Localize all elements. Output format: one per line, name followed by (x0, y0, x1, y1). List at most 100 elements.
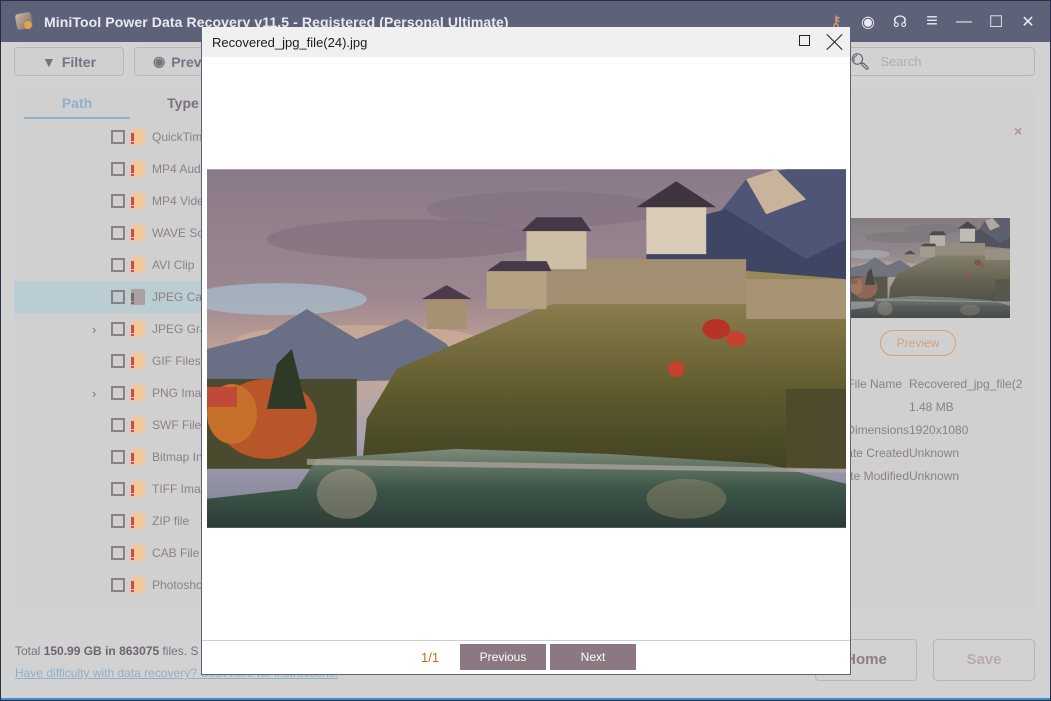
lost-file-icon (131, 449, 145, 465)
search-box[interactable]: 🔍︎ (841, 47, 1035, 76)
chevron-right-icon[interactable]: › (92, 386, 102, 401)
tree-item-label: JPEG Gra (152, 322, 207, 336)
info-row: Size:1.48 MB (909, 400, 954, 414)
search-input[interactable] (880, 54, 1021, 69)
eye-icon: ◉ (153, 53, 166, 69)
disc-icon[interactable]: ◉ (852, 6, 884, 38)
checkbox[interactable] (111, 482, 125, 496)
info-row: Dimensions:1920x1080 (844, 423, 969, 437)
tree-item[interactable]: MP4 Vide (14, 185, 214, 217)
tree-item[interactable]: › JPEG Gra (14, 313, 214, 345)
lost-file-icon (131, 481, 145, 497)
thumbnail-photo (850, 218, 1010, 318)
page-indicator: 1/1 (421, 650, 440, 665)
castle-photo (207, 169, 846, 528)
lost-file-icon (131, 417, 145, 433)
lost-file-icon (131, 545, 145, 561)
tree-item-label: WAVE So (152, 226, 205, 240)
title-bar-controls: ⚷ ◉ ☊ ≡ — ☐ ✕ (820, 1, 1044, 42)
tree-item[interactable]: ZIP file (14, 505, 214, 537)
tree-item[interactable]: Bitmap In (14, 441, 214, 473)
lost-file-icon (131, 225, 145, 241)
headset-icon[interactable]: ☊ (884, 6, 916, 38)
lost-file-icon (131, 129, 145, 145)
tree-item[interactable]: JPEG Ca (14, 281, 214, 313)
previous-button[interactable]: Previous (460, 644, 546, 670)
tree-item-label: PNG Ima (152, 386, 202, 400)
tab-path[interactable]: Path (24, 89, 130, 119)
filter-label: Filter (61, 53, 97, 70)
preview-title: Recovered_jpg_file(24).jpg (212, 34, 368, 50)
tree-item-label: Photosho (152, 578, 203, 592)
lost-file-icon (131, 161, 145, 177)
preview-footer: 1/1 Previous Next (202, 640, 850, 675)
close-details-icon[interactable]: × (1014, 123, 1022, 139)
tree-item-label: QuickTim (152, 130, 203, 144)
lost-file-icon (131, 577, 145, 593)
menu-icon[interactable]: ≡ (916, 6, 948, 38)
save-button[interactable]: Save (933, 639, 1035, 681)
next-button[interactable]: Next (550, 644, 636, 670)
tree-item[interactable]: MP4 Audi (14, 153, 214, 185)
lost-file-icon (131, 321, 145, 337)
preview-button[interactable]: Preview (880, 330, 956, 356)
total-files: 863075 (119, 644, 160, 658)
checkbox[interactable] (111, 130, 125, 144)
tree-item[interactable]: › PNG Ima (14, 377, 214, 409)
checkbox[interactable] (111, 194, 125, 208)
preview-image (207, 169, 846, 528)
checkbox[interactable] (111, 514, 125, 528)
checkbox[interactable] (111, 290, 125, 304)
close-icon[interactable] (825, 32, 845, 52)
tree-item[interactable]: SWF File (14, 409, 214, 441)
filter-button[interactable]: ▼ Filter (14, 47, 124, 76)
checkbox[interactable] (111, 450, 125, 464)
minimize-icon[interactable]: — (948, 6, 980, 38)
info-row: Date Modified:Unknown (844, 469, 960, 483)
checkbox[interactable] (111, 354, 125, 368)
app-logo-icon (14, 11, 36, 33)
preview-title-bar: Recovered_jpg_file(24).jpg (202, 27, 850, 57)
image-preview-window: Recovered_jpg_file(24).jpg 1/1 Previous … (201, 27, 851, 675)
total-summary: Total 150.99 GB in 863075 files. S (15, 644, 199, 658)
lost-file-icon (131, 193, 145, 209)
lost-file-icon (131, 289, 145, 305)
preview-toolbar-label: Prev (171, 53, 202, 70)
tree-item-label: TIFF Ima (152, 482, 201, 496)
tree-item-label: Bitmap In (152, 450, 203, 464)
info-row: Date Created:Unknown (844, 446, 960, 460)
tree-item-label: AVI Clip (152, 258, 195, 272)
lost-file-icon (131, 257, 145, 273)
tree-item-label: ZIP file (152, 514, 190, 528)
close-icon[interactable]: ✕ (1012, 6, 1044, 38)
tree-item-label: MP4 Vide (152, 194, 204, 208)
search-icon: 🔍︎ (850, 53, 871, 71)
thumbnail-image (850, 218, 1010, 318)
checkbox[interactable] (111, 162, 125, 176)
chevron-right-icon[interactable]: › (92, 322, 102, 337)
checkbox[interactable] (111, 322, 125, 336)
file-type-tree: QuickTim MP4 Audi MP4 Vide WAVE So AVI Clip J… (14, 121, 214, 601)
maximize-icon[interactable]: ☐ (980, 6, 1012, 38)
tree-item-label: SWF File (152, 418, 202, 432)
checkbox[interactable] (111, 386, 125, 400)
app-window: MiniTool Power Data Recovery v11.5 - Reg… (0, 0, 1051, 701)
tree-item[interactable]: TIFF Ima (14, 473, 214, 505)
checkbox[interactable] (111, 258, 125, 272)
checkbox[interactable] (111, 578, 125, 592)
checkbox[interactable] (111, 418, 125, 432)
tree-item[interactable]: GIF Files (14, 345, 214, 377)
tree-item-label: JPEG Ca (152, 290, 203, 304)
tree-item[interactable]: AVI Clip (14, 249, 214, 281)
file-info: File Name:Recovered_jpg_file(2 Size:1.48… (844, 377, 1024, 492)
maximize-icon[interactable] (799, 35, 810, 46)
tree-item[interactable]: CAB File (14, 537, 214, 569)
tree-item[interactable]: WAVE So (14, 217, 214, 249)
checkbox[interactable] (111, 226, 125, 240)
tree-item-label: MP4 Audi (152, 162, 204, 176)
info-row: File Name:Recovered_jpg_file(2 (844, 377, 1023, 391)
lost-file-icon (131, 353, 145, 369)
tree-item[interactable]: QuickTim (14, 121, 214, 153)
tree-item[interactable]: Photosho (14, 569, 214, 601)
checkbox[interactable] (111, 546, 125, 560)
